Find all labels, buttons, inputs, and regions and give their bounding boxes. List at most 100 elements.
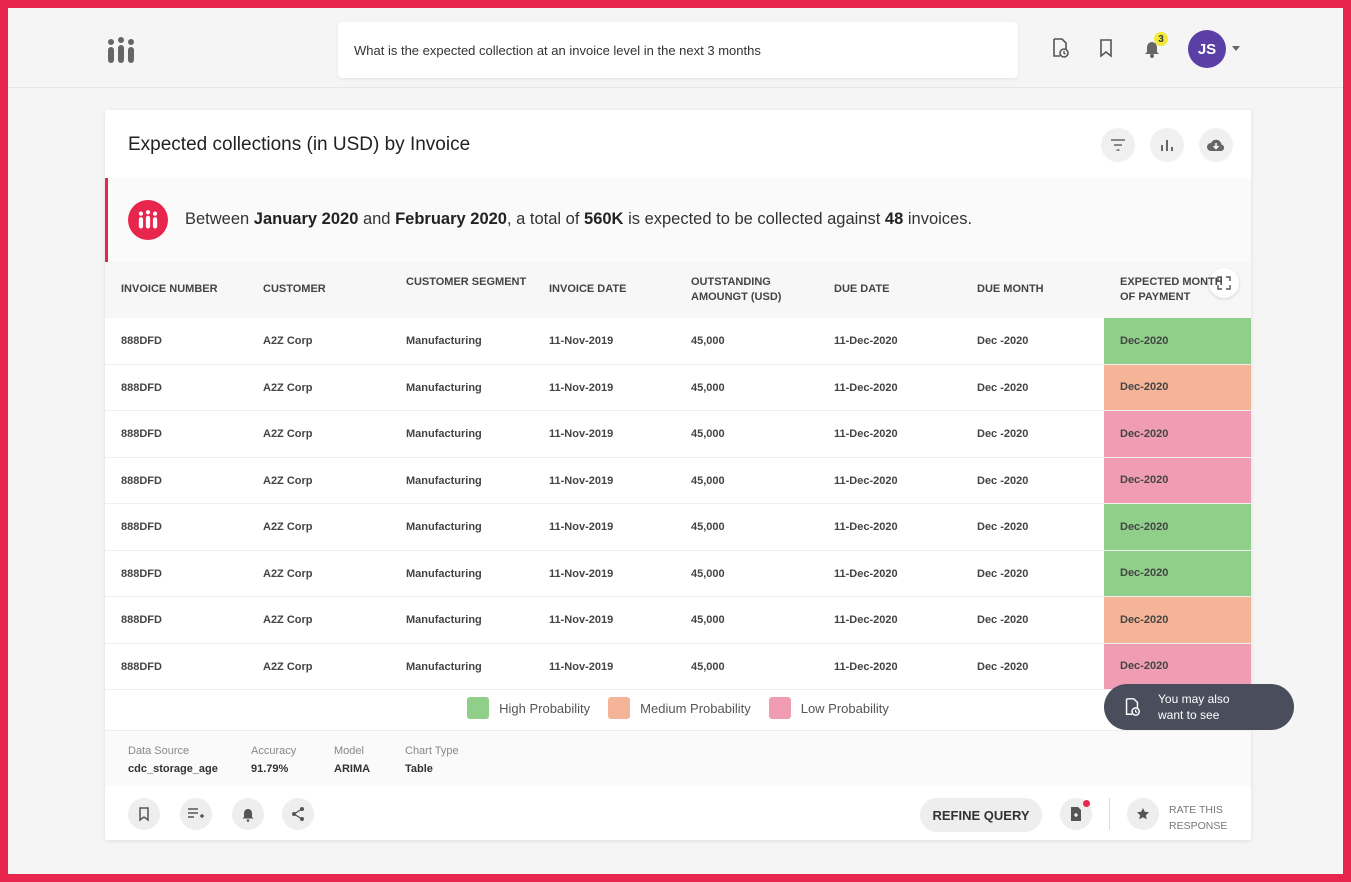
table-row[interactable]: 888DFD A2Z Corp Manufacturing 11-Nov-2019 45… (105, 411, 1251, 458)
column-header[interactable]: EXPECTED MONTH OF PAYMENT (1120, 275, 1230, 305)
table-cell: Manufacturing (406, 660, 482, 673)
rate-response-label[interactable]: RATE THIS RESPONSE (1169, 802, 1227, 834)
expected-payment-cell: Dec-2020 (1104, 550, 1251, 596)
table-cell: 11-Nov-2019 (549, 428, 614, 440)
table-cell: 45,000 (691, 381, 725, 394)
table-cell: Dec -2020 (977, 614, 1029, 626)
table-header: INVOICE NUMBER CUSTOMER CUSTOMER SEGMENT IN… (105, 262, 1251, 318)
legend-medium-swatch (608, 697, 631, 719)
table-cell: 11-Nov-2019 (549, 381, 614, 394)
bookmark-icon[interactable] (1094, 36, 1118, 60)
column-header[interactable]: DUE DATE (834, 282, 964, 297)
suggestions-tooltip[interactable]: You may also want to see (1104, 684, 1294, 730)
table-row[interactable]: 888DFD A2Z Corp Manufacturing 11-Nov-2019 45… (105, 504, 1251, 551)
bookmark-response-icon[interactable] (128, 798, 160, 830)
brand-logo-icon (128, 200, 168, 240)
table-cell: A2Z Corp (263, 614, 313, 626)
table-cell: A2Z Corp (263, 521, 313, 533)
table-cell: 11-Dec-2020 (834, 614, 898, 626)
table-row[interactable]: 888DFD A2Z Corp Manufacturing 11-Nov-2019 45… (105, 457, 1251, 504)
filter-icon[interactable] (1101, 128, 1135, 162)
table-row[interactable]: 888DFD A2Z Corp Manufacturing 11-Nov-2019 45… (105, 597, 1251, 644)
column-header[interactable]: INVOICE NUMBER (121, 282, 251, 297)
table-cell: 45,000 (691, 567, 725, 580)
column-header[interactable]: INVOICE DATE (549, 282, 679, 297)
table-cell: 888DFD (121, 614, 162, 626)
table-row[interactable]: 888DFD A2Z Corp Manufacturing 11-Nov-2019 45… (105, 643, 1251, 690)
table-cell: 11-Dec-2020 (834, 428, 898, 440)
search-query-text: What is the expected collection at an in… (354, 42, 761, 58)
legend-low: Low Probability (768, 697, 889, 719)
table-cell: Dec -2020 (977, 521, 1029, 533)
app-logo-icon[interactable] (104, 36, 138, 66)
table-cell: 45,000 (691, 521, 725, 533)
meta-chart-type-label: Chart Type (405, 745, 459, 757)
refine-query-button[interactable]: REFINE QUERY (920, 798, 1042, 832)
expected-payment-cell: Dec-2020 (1104, 364, 1251, 410)
meta-chart-type-value: Table (405, 763, 433, 775)
invoice-table: INVOICE NUMBER CUSTOMER CUSTOMER SEGMENT IN… (105, 262, 1251, 690)
rate-line-2: RESPONSE (1169, 820, 1228, 832)
report-history-icon[interactable] (1048, 36, 1072, 60)
table-cell: Dec -2020 (977, 567, 1029, 580)
alert-bell-icon[interactable] (232, 798, 264, 830)
column-header[interactable]: OUTSTANDING AMOUNGT (USD) (691, 275, 821, 305)
meta-model: Model ARIMA (334, 745, 370, 775)
tooltip-line-1: You may also (1158, 692, 1230, 706)
table-cell: 11-Nov-2019 (549, 521, 614, 533)
expected-payment-cell: Dec-2020 (1104, 411, 1251, 457)
search-input[interactable]: What is the expected collection at an in… (338, 22, 1018, 78)
legend-low-swatch (768, 697, 791, 719)
meta-model-label: Model (334, 745, 364, 757)
table-cell: A2Z Corp (263, 428, 313, 440)
top-bar: What is the expected collection at an in… (8, 8, 1343, 88)
table-cell: 45,000 (691, 660, 725, 673)
column-header[interactable]: CUSTOMER (263, 282, 393, 297)
rate-line-1: RATE THIS (1169, 804, 1223, 816)
table-cell: Dec -2020 (977, 381, 1029, 394)
table-cell: Manufacturing (406, 521, 482, 533)
report-icon[interactable] (1060, 798, 1092, 830)
app-frame: What is the expected collection at an in… (8, 8, 1343, 874)
report-history-icon (1122, 696, 1142, 722)
table-cell: Dec -2020 (977, 428, 1029, 440)
table-cell: 45,000 (691, 428, 725, 440)
table-cell: 11-Dec-2020 (834, 381, 898, 394)
table-row[interactable]: 888DFD A2Z Corp Manufacturing 11-Nov-2019 45… (105, 318, 1251, 365)
table-cell: 11-Dec-2020 (834, 567, 898, 580)
insight-text: Between January 2020 and February 2020, … (185, 210, 973, 228)
table-cell: 11-Dec-2020 (834, 521, 898, 533)
table-row[interactable]: 888DFD A2Z Corp Manufacturing 11-Nov-2019 45… (105, 364, 1251, 411)
table-cell: 11-Nov-2019 (549, 567, 614, 580)
table-cell: 11-Nov-2019 (549, 660, 614, 673)
column-header[interactable]: CUSTOMER SEGMENT (406, 275, 536, 290)
table-cell: 11-Nov-2019 (549, 614, 614, 626)
table-cell: 11-Dec-2020 (834, 660, 898, 673)
table-cell: Manufacturing (406, 381, 482, 394)
chevron-down-icon[interactable] (1232, 46, 1240, 51)
star-icon[interactable] (1127, 798, 1159, 830)
table-cell: Manufacturing (406, 614, 482, 626)
table-cell: Manufacturing (406, 428, 482, 440)
add-to-list-icon[interactable] (180, 798, 212, 830)
table-cell: A2Z Corp (263, 335, 313, 347)
column-header[interactable]: DUE MONTH (977, 282, 1097, 297)
meta-accuracy-value: 91.79% (251, 763, 289, 775)
share-icon[interactable] (282, 798, 314, 830)
cloud-download-icon[interactable] (1199, 128, 1233, 162)
legend-low-label: Low Probability (800, 700, 889, 716)
meta-data-source: Data Source cdc_storage_age (128, 745, 218, 775)
table-cell: 888DFD (121, 567, 162, 580)
legend-medium: Medium Probability (608, 697, 751, 719)
table-cell: A2Z Corp (263, 474, 313, 487)
table-cell: Dec -2020 (977, 660, 1029, 673)
notification-bell-icon[interactable]: 3 (1140, 32, 1168, 60)
result-card: Expected collections (in USD) by Invoice… (105, 110, 1251, 840)
table-cell: 11-Dec-2020 (834, 474, 898, 487)
legend: High Probability Medium Probability Low … (105, 688, 1251, 728)
chart-icon[interactable] (1150, 128, 1184, 162)
legend-high-label: High Probability (499, 700, 591, 716)
table-row[interactable]: 888DFD A2Z Corp Manufacturing 11-Nov-2019 45… (105, 550, 1251, 597)
table-cell: A2Z Corp (263, 381, 313, 394)
user-avatar[interactable]: JS (1188, 30, 1226, 68)
